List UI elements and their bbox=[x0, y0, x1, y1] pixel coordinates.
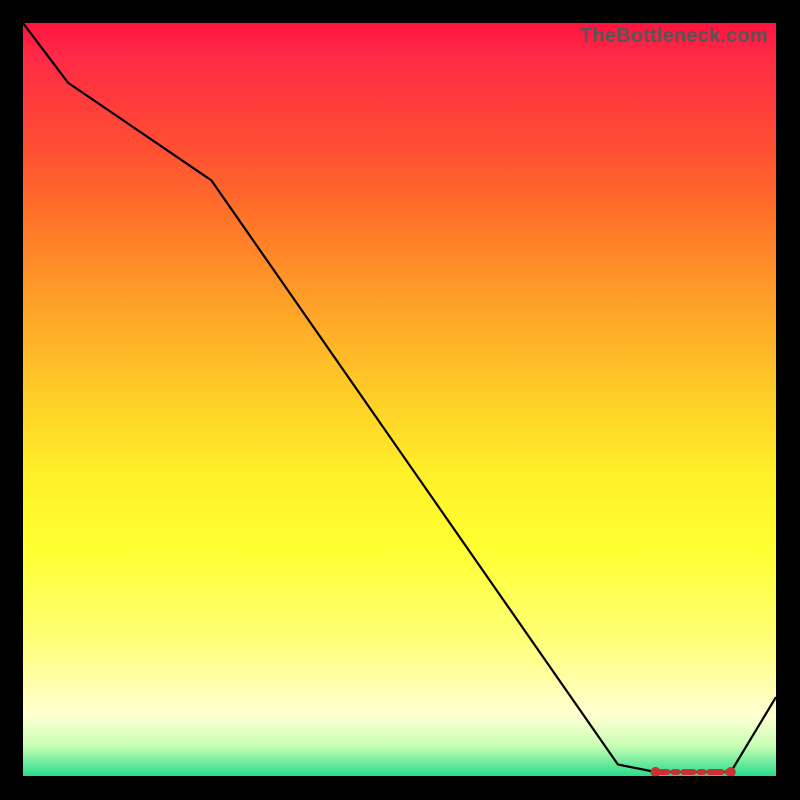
flat-marker-dot-start bbox=[651, 767, 661, 776]
flat-marker-dot-end bbox=[726, 767, 736, 776]
chart-svg bbox=[23, 23, 776, 776]
plot-area: TheBottleneck.com bbox=[23, 23, 776, 776]
chart-frame: TheBottleneck.com bbox=[0, 0, 800, 800]
line-series bbox=[23, 23, 776, 772]
